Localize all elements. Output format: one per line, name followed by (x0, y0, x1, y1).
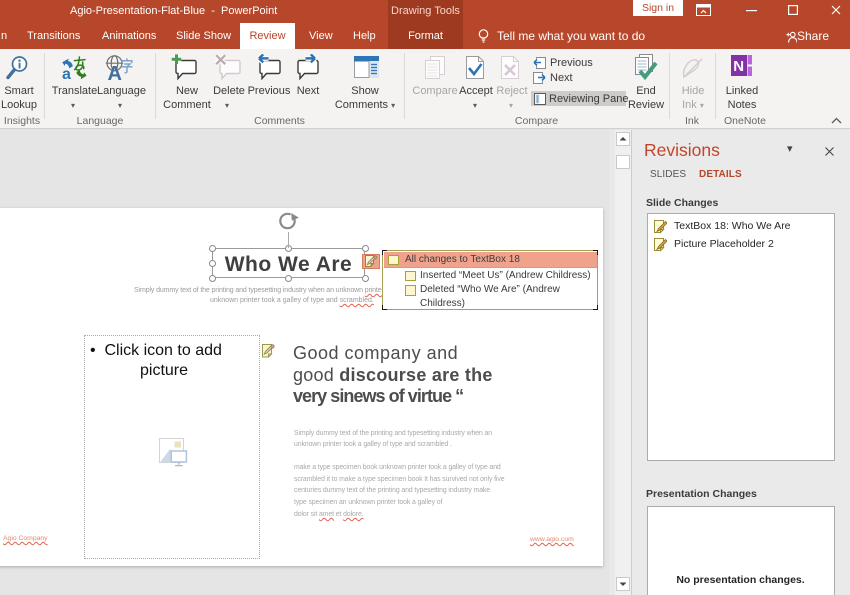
svg-text:A: A (108, 63, 122, 81)
svg-text:a: a (62, 66, 71, 81)
svg-text:N: N (733, 58, 744, 75)
